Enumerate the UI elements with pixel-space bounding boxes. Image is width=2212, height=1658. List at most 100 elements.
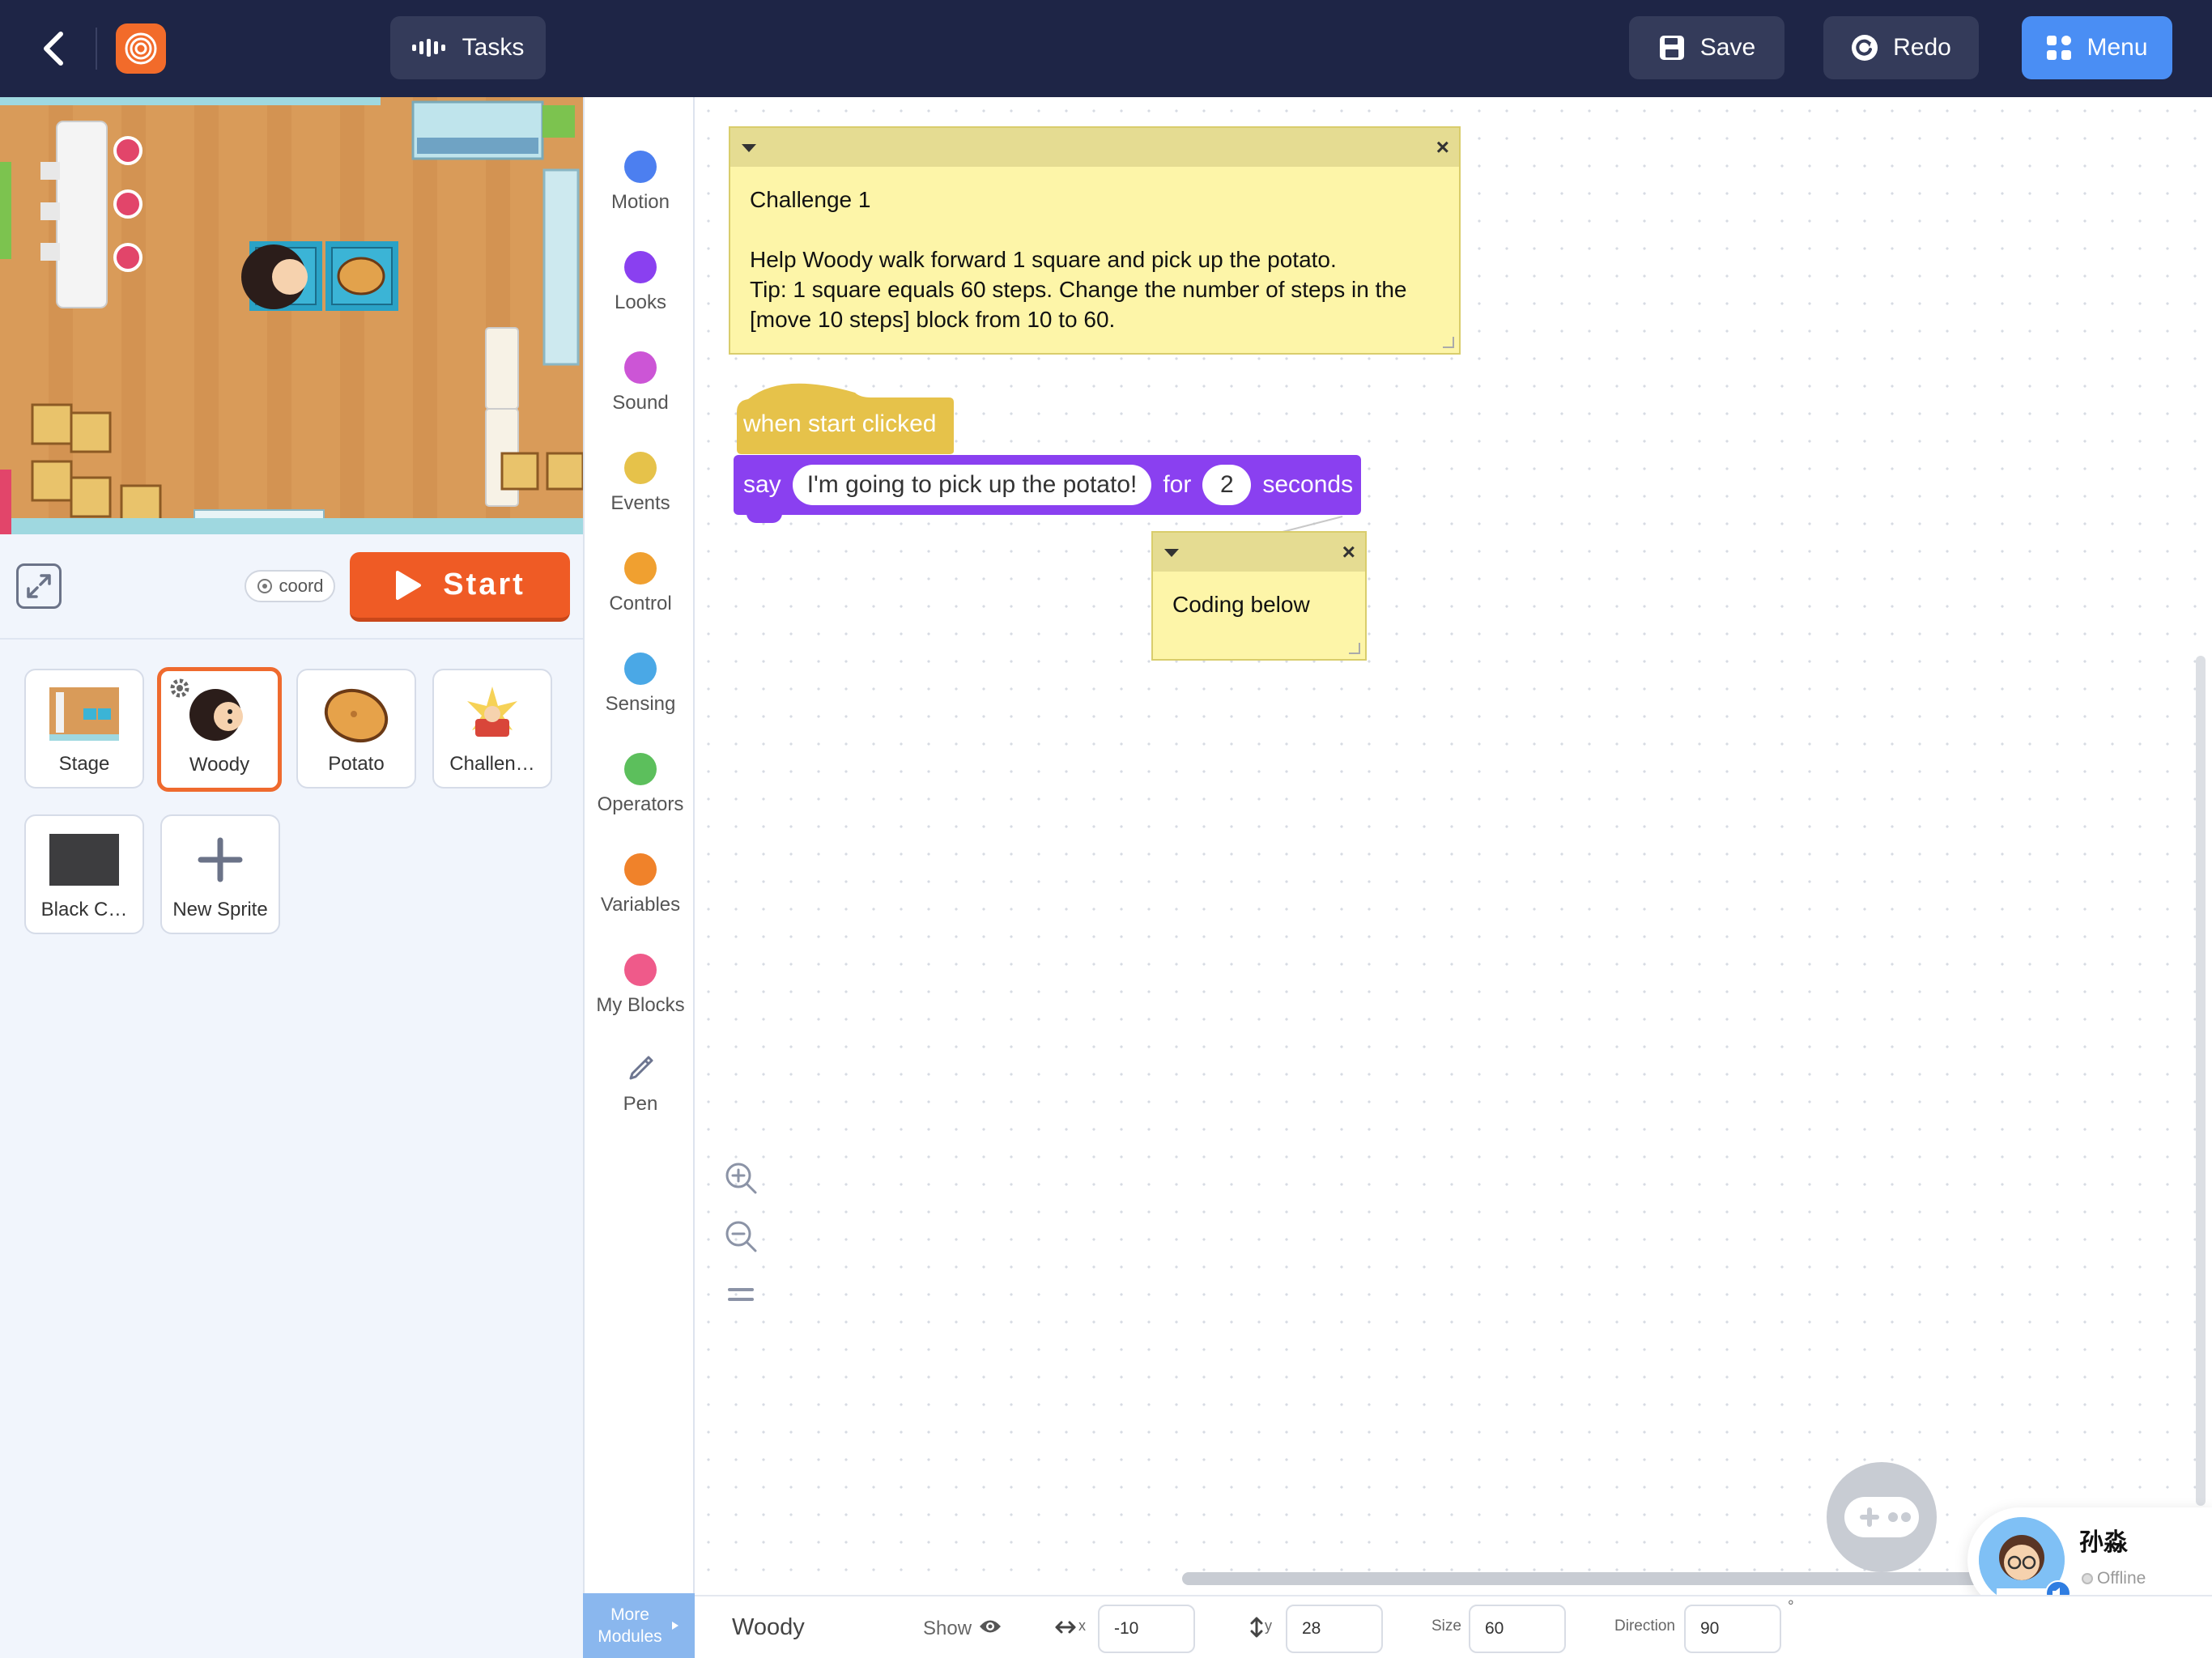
motion-dot-icon: [624, 151, 657, 183]
category-label: My Blocks: [596, 994, 685, 1016]
collapse-triangle-icon[interactable]: [742, 144, 756, 152]
resize-handle[interactable]: [1443, 337, 1454, 348]
category-pen[interactable]: Pen: [585, 1039, 696, 1129]
sprite-name-field[interactable]: Woody: [732, 1614, 805, 1641]
seconds-input[interactable]: 2: [1202, 465, 1252, 505]
chevron-left-icon: [44, 32, 63, 66]
category-label: Looks: [614, 291, 667, 313]
category-operators[interactable]: Operators: [585, 740, 696, 829]
variables-dot-icon: [624, 853, 657, 886]
redo-button[interactable]: Redo: [1823, 16, 1979, 79]
zoom-out-button[interactable]: [721, 1216, 761, 1256]
vertical-scrollbar[interactable]: [2196, 656, 2206, 1506]
category-label: Sound: [612, 392, 669, 414]
sound-dot-icon: [624, 351, 657, 384]
pen-icon: [629, 1056, 653, 1080]
fullscreen-button[interactable]: [16, 563, 62, 609]
menu-label: Menu: [2087, 34, 2148, 61]
new-sprite-button[interactable]: New Sprite: [160, 814, 280, 934]
operators-dot-icon: [624, 753, 657, 785]
zoom-out-icon: [725, 1221, 757, 1252]
category-label: Control: [609, 593, 672, 614]
resize-handle[interactable]: [1349, 643, 1360, 654]
sprite-name: Woody: [189, 754, 250, 776]
collapse-triangle-icon[interactable]: [1164, 549, 1179, 557]
seconds-label: seconds: [1262, 471, 1354, 498]
note-title: Challenge 1: [750, 187, 871, 212]
gamepad-button[interactable]: [1827, 1462, 1937, 1572]
play-icon: [396, 570, 422, 600]
direction-input[interactable]: 90: [1684, 1605, 1781, 1653]
category-label: Events: [610, 492, 670, 514]
note-line: Tip: 1 square equals 60 steps. Change th…: [750, 277, 1407, 302]
sprite-card-stage[interactable]: Stage: [24, 669, 144, 789]
say-for-seconds-block[interactable]: say I'm going to pick up the potato! for…: [734, 455, 1362, 515]
sprite-card-woody[interactable]: Woody: [157, 667, 282, 792]
block-notch: [747, 513, 782, 523]
stage-preview[interactable]: [0, 97, 583, 534]
category-control[interactable]: Control: [585, 539, 696, 628]
y-input[interactable]: 28: [1286, 1605, 1383, 1653]
save-button[interactable]: Save: [1629, 16, 1784, 79]
coding-below-note[interactable]: × Coding below: [1151, 531, 1367, 661]
category-sound[interactable]: Sound: [585, 338, 696, 427]
sprite-name: Challen…: [449, 753, 535, 775]
degree-symbol: °: [1788, 1598, 1794, 1615]
menu-button[interactable]: Menu: [2022, 16, 2172, 79]
category-label: Pen: [623, 1093, 658, 1115]
more-modules-line1: More: [610, 1605, 649, 1624]
note-line: Help Woody walk forward 1 square and pic…: [750, 247, 1337, 272]
category-looks[interactable]: Looks: [585, 238, 696, 327]
black-thumbnail: [48, 827, 121, 892]
sprite-card-potato[interactable]: Potato: [296, 669, 416, 789]
category-motion[interactable]: Motion: [585, 138, 696, 227]
woody-thumbnail: [183, 682, 256, 747]
stage-controls: coord Start: [0, 534, 583, 640]
zoom-in-button[interactable]: [721, 1158, 761, 1198]
top-bar: Tasks Save Redo Menu: [0, 0, 2212, 97]
note-body: Coding below: [1153, 572, 1365, 637]
redo-icon: [1852, 35, 1878, 61]
equals-icon: [728, 1288, 754, 1301]
challenge-thumbnail: [456, 682, 529, 746]
control-dot-icon: [624, 552, 657, 585]
user-name: 孙淼: [2079, 1529, 2128, 1556]
sprite-card-challenge[interactable]: Challen…: [432, 669, 552, 789]
sensing-dot-icon: [624, 653, 657, 685]
for-label: for: [1163, 471, 1192, 498]
x-input[interactable]: -10: [1098, 1605, 1195, 1653]
my-blocks-dot-icon: [624, 954, 657, 986]
coord-toggle[interactable]: coord: [245, 570, 335, 602]
sprite-name: Potato: [328, 753, 385, 775]
sprite-properties-bar: Woody Show x -10 y 28 Size 60 Direction …: [695, 1595, 2212, 1658]
category-sensing[interactable]: Sensing: [585, 640, 696, 729]
sprite-name: Stage: [58, 753, 110, 775]
back-button[interactable]: [29, 24, 78, 73]
say-message-input[interactable]: I'm going to pick up the potato!: [792, 465, 1152, 505]
status-text: Offline: [2097, 1569, 2146, 1588]
say-label: say: [743, 471, 781, 498]
zoom-in-icon: [725, 1163, 757, 1194]
category-variables[interactable]: Variables: [585, 840, 696, 929]
topbar-divider: [96, 28, 97, 70]
size-input[interactable]: 60: [1469, 1605, 1566, 1653]
category-events[interactable]: Events: [585, 439, 696, 528]
when-start-clicked-block[interactable]: when start clicked: [734, 376, 957, 460]
tasks-button[interactable]: Tasks: [390, 16, 546, 79]
sprite-panel: Stage Woody Potato Challen… Black C… New…: [0, 640, 583, 1658]
zoom-reset-button[interactable]: [721, 1274, 761, 1315]
eye-icon[interactable]: [978, 1618, 1002, 1635]
redo-label: Redo: [1893, 34, 1951, 61]
tasks-label: Tasks: [462, 34, 525, 61]
target-logo-icon: [125, 32, 157, 65]
sprite-card-black[interactable]: Black C…: [24, 814, 144, 934]
more-modules-button[interactable]: More Modules: [583, 1593, 695, 1658]
plus-icon: [184, 827, 257, 892]
close-icon[interactable]: ×: [1342, 541, 1355, 563]
challenge-note[interactable]: × Challenge 1 Help Woody walk forward 1 s…: [729, 126, 1461, 355]
category-label: Operators: [597, 793, 684, 815]
category-my-blocks[interactable]: My Blocks: [585, 941, 696, 1030]
close-icon[interactable]: ×: [1436, 136, 1449, 159]
start-button[interactable]: Start: [350, 552, 570, 622]
seconds-value: 2: [1220, 471, 1234, 498]
